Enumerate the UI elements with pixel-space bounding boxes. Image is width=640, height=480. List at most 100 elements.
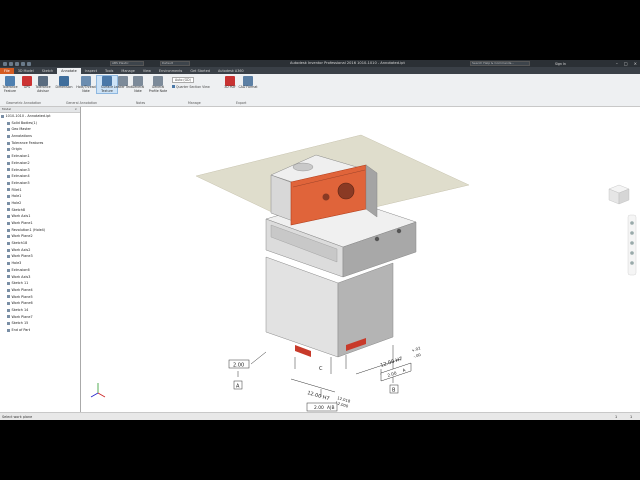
dimension-button[interactable]: Dimension: [54, 76, 74, 90]
browser-node[interactable]: Hole2: [1, 200, 51, 207]
section-view-icon: [172, 85, 175, 88]
browser-node[interactable]: Work Plane3: [1, 253, 51, 260]
browser-node-label: Sketch 14: [11, 307, 29, 312]
browser-node[interactable]: Hole3: [1, 260, 51, 267]
status-bar: Select work plane 1 1: [0, 412, 640, 420]
browser-node[interactable]: Extrusion5: [1, 180, 51, 187]
browser-title: Model: [2, 107, 12, 111]
dimension-right[interactable]: 12.00 H7 +.02 -.00: [380, 345, 422, 369]
general-note-label: General Note: [131, 85, 145, 93]
maximize-icon[interactable]: □: [624, 61, 628, 66]
browser-node-label: Tolerance Features: [11, 140, 44, 145]
save-icon[interactable]: [15, 61, 19, 66]
feature-icon: [7, 215, 10, 219]
browser-node[interactable]: Extrusion6: [1, 267, 51, 274]
minimize-icon[interactable]: –: [616, 61, 618, 66]
appearance-dropdown[interactable]: Default: [160, 61, 190, 66]
browser-node[interactable]: Revolution1 (Hole4): [1, 227, 51, 234]
upper-block-left-face[interactable]: [270, 174, 294, 222]
material-dropdown[interactable]: ABS Plastic: [110, 61, 144, 66]
browser-node[interactable]: Solid Bodies(1): [1, 120, 51, 127]
export-3d-pdf-button[interactable]: 3D PDF: [220, 76, 240, 90]
help-search-input[interactable]: Search Help & Commands...: [470, 61, 530, 66]
graphics-viewport[interactable]: 2.00 A 12.00 H7 12.018 12.000 2.00 A|B 1…: [81, 107, 640, 412]
browser-close-icon[interactable]: ×: [74, 107, 77, 112]
browser-node[interactable]: Geo Master: [1, 126, 51, 133]
middle-hole-1[interactable]: [374, 236, 380, 242]
small-bore-hole[interactable]: [322, 193, 330, 201]
orbit-icon[interactable]: [630, 241, 634, 245]
browser-node[interactable]: Sketch 14: [1, 307, 51, 314]
datum-b-label: B: [392, 388, 396, 394]
browser-node[interactable]: Fillet1: [1, 187, 51, 194]
quarter-section-view-toggle[interactable]: Quarter Section View: [172, 85, 210, 89]
browser-node[interactable]: Extrusion3: [1, 167, 51, 174]
general-profile-note-button[interactable]: General Profile Note: [147, 76, 169, 93]
browser-node[interactable]: Tolerance Features: [1, 140, 51, 147]
middle-hole-2[interactable]: [396, 228, 402, 234]
dimension-left[interactable]: 2.00: [228, 359, 250, 369]
browser-node-label: Extrusion6: [11, 267, 30, 272]
browser-node[interactable]: Hole1: [1, 193, 51, 200]
feature-icon: [7, 228, 10, 232]
status-count-1: 1: [615, 415, 618, 419]
export-cad-format-button[interactable]: CAD Format: [238, 76, 258, 90]
browser-node[interactable]: Work Plane5: [1, 294, 51, 301]
browser-node[interactable]: Work Plane6: [1, 300, 51, 307]
quick-access-toolbar: [3, 61, 31, 66]
export-3d-pdf-label: 3D PDF: [224, 85, 236, 89]
steering-wheel-icon[interactable]: [630, 261, 634, 265]
upper-block-right-face[interactable]: [365, 164, 378, 218]
browser-node[interactable]: 1010-1010 - Annotated.ipt: [1, 113, 51, 120]
tolerance-advisor-button[interactable]: Tolerance Advisor: [33, 76, 53, 93]
lower-block-left-face[interactable]: [265, 256, 339, 358]
close-icon[interactable]: ×: [634, 61, 637, 66]
browser-node-label: Work Plane2: [11, 234, 33, 239]
browser-node-label: Sketch18: [11, 241, 28, 246]
general-note-button[interactable]: General Note: [128, 76, 148, 93]
model-canvas[interactable]: 2.00 A 12.00 H7 12.018 12.000 2.00 A|B 1…: [81, 107, 640, 412]
annotation-select-dropdown[interactable]: Auto (GD): [172, 77, 194, 83]
pan-icon[interactable]: [630, 221, 634, 225]
feature-control-frame-bottom[interactable]: 2.00 A|B: [306, 402, 338, 412]
browser-node[interactable]: End of Part: [1, 327, 51, 334]
sign-in-link[interactable]: Sign In: [555, 62, 566, 66]
browser-node-label: Work Plane1: [11, 221, 33, 225]
browser-node[interactable]: Origin: [1, 146, 51, 153]
feature-icon: [7, 268, 10, 272]
browser-node[interactable]: Extrusion4: [1, 173, 51, 180]
hole-thread-note-button[interactable]: Hole/Thread Note: [76, 76, 96, 93]
top-slot[interactable]: [292, 162, 314, 172]
browser-node[interactable]: Extrusion2: [1, 160, 51, 167]
feature-icon: [7, 275, 10, 279]
datum-b[interactable]: B: [389, 384, 399, 394]
feature-icon: [7, 221, 10, 225]
navigation-bar[interactable]: [627, 214, 637, 276]
browser-node-label: Sketch8: [11, 207, 26, 212]
datum-a[interactable]: A: [233, 380, 243, 390]
browser-node[interactable]: Sketch8: [1, 207, 51, 214]
large-bore-hole[interactable]: [337, 182, 355, 200]
browser-node[interactable]: Work Axis1: [1, 213, 51, 220]
browser-node-label: 1010-1010 - Annotated.ipt: [5, 114, 51, 118]
browser-node[interactable]: Work Axis3: [1, 274, 51, 281]
browser-node[interactable]: Sketch 11: [1, 280, 51, 287]
browser-node[interactable]: Extrusion1: [1, 153, 51, 160]
zoom-icon[interactable]: [630, 231, 634, 235]
feature-icon: [7, 288, 10, 292]
browser-node[interactable]: Sketch 15: [1, 320, 51, 327]
undo-icon[interactable]: [21, 61, 25, 66]
browser-node[interactable]: Sketch18: [1, 240, 51, 247]
browser-node[interactable]: Annotations: [1, 133, 51, 140]
browser-node[interactable]: Work Plane2: [1, 233, 51, 240]
browser-node[interactable]: Work Plane4: [1, 287, 51, 294]
view-cube[interactable]: [608, 184, 630, 205]
browser-node[interactable]: Work Plane1: [1, 220, 51, 227]
look-at-icon[interactable]: [630, 251, 634, 255]
browser-node[interactable]: Work Plane7: [1, 314, 51, 321]
redo-icon[interactable]: [27, 61, 31, 66]
new-icon[interactable]: [3, 61, 7, 66]
feature-icon: [7, 315, 10, 319]
open-icon[interactable]: [9, 61, 13, 66]
browser-node[interactable]: Work Axis2: [1, 247, 51, 254]
